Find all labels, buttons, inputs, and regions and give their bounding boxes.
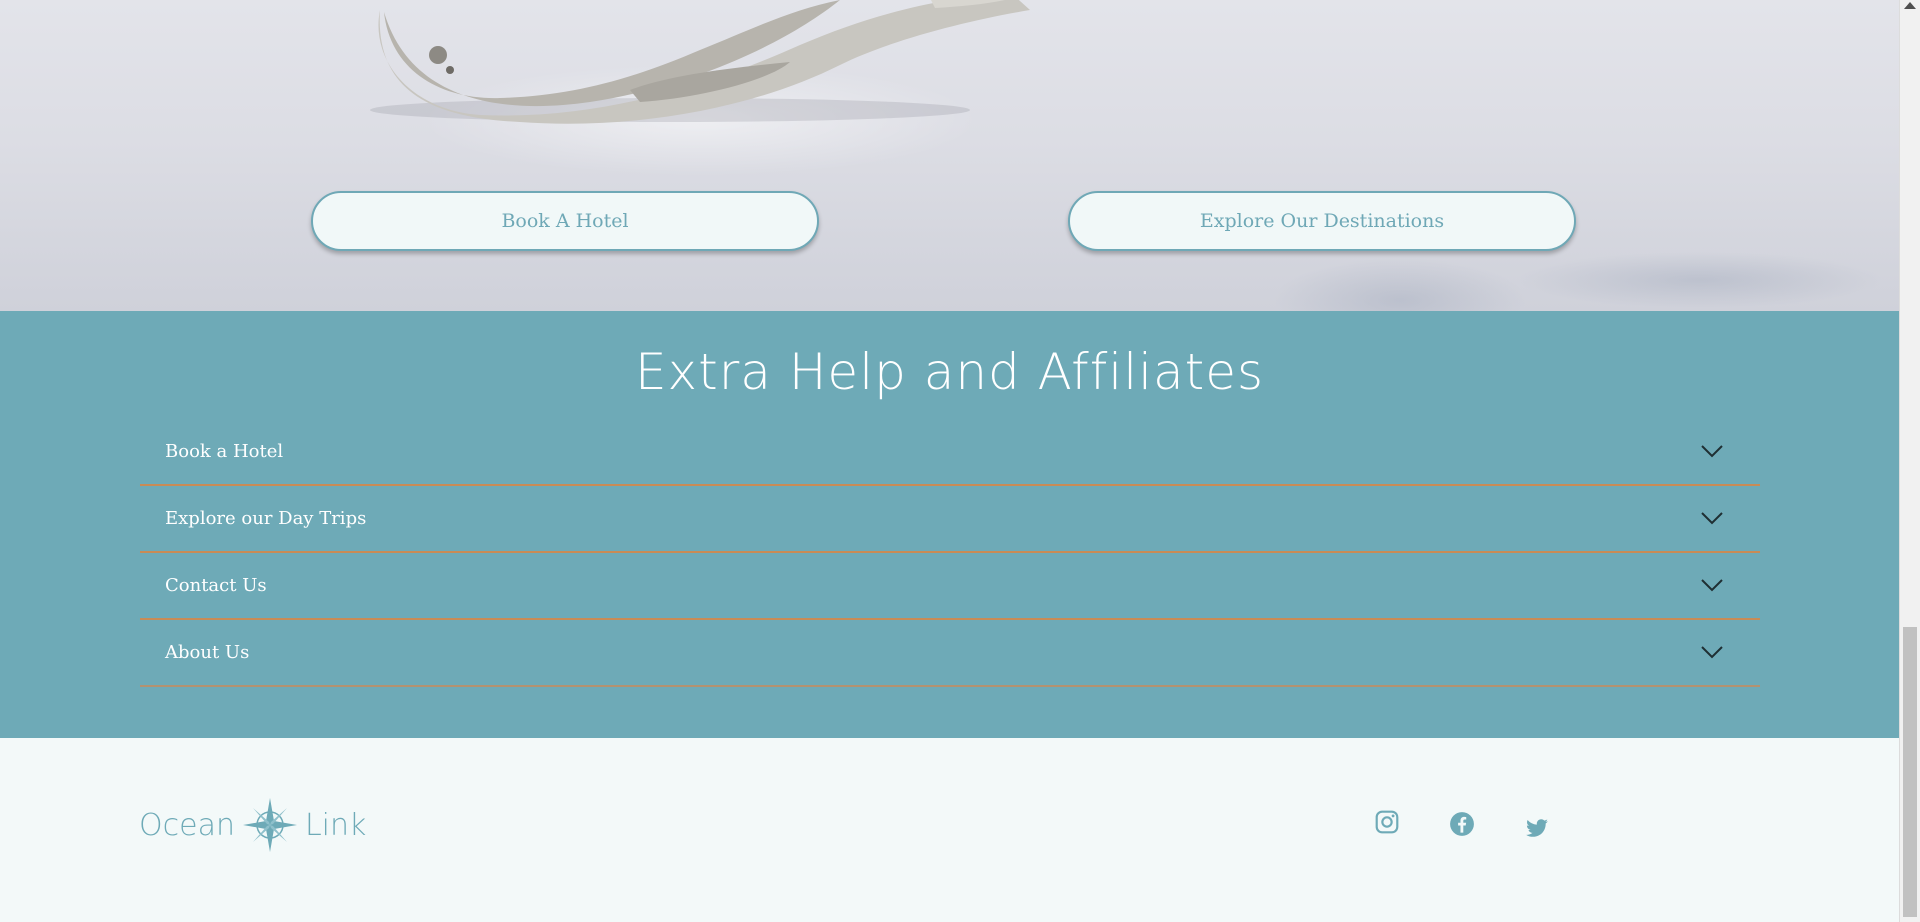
scrollbar-thumb[interactable] [1903, 627, 1917, 917]
facebook-icon[interactable] [1449, 811, 1475, 837]
site-logo[interactable]: Ocean Link [139, 798, 366, 852]
compass-star-icon [242, 798, 297, 852]
accordion-item-about-us[interactable]: About Us [140, 620, 1760, 687]
chevron-down-icon[interactable] [1700, 443, 1724, 459]
accordion-label: About Us [165, 642, 250, 663]
instagram-icon[interactable] [1374, 809, 1400, 835]
chevron-down-icon[interactable] [1700, 644, 1724, 660]
explore-destinations-button[interactable]: Explore Our Destinations [1068, 191, 1576, 251]
twitter-icon[interactable] [1524, 815, 1550, 841]
logo-text-ocean: Ocean [139, 807, 235, 843]
vertical-scrollbar[interactable] [1899, 0, 1920, 922]
footer: Ocean Link [0, 738, 1899, 922]
book-hotel-button[interactable]: Book A Hotel [311, 191, 819, 251]
seal-image [370, 0, 1030, 124]
accordion-label: Explore our Day Trips [165, 508, 367, 529]
accordion-item-day-trips[interactable]: Explore our Day Trips [140, 486, 1760, 553]
section-title: Extra Help and Affiliates [634, 343, 1265, 401]
accordion-label: Contact Us [165, 575, 267, 596]
scroll-up-arrow-icon[interactable] [1904, 2, 1916, 9]
chevron-down-icon[interactable] [1700, 510, 1724, 526]
help-accordion: Book a Hotel Explore our Day Trips Conta… [140, 419, 1760, 687]
chevron-down-icon[interactable] [1700, 577, 1724, 593]
page: Book A Hotel Explore Our Destinations Ex… [0, 0, 1899, 922]
extra-help-section: Extra Help and Affiliates Book a Hotel E… [0, 311, 1899, 738]
logo-text-link: Link [304, 807, 367, 843]
accordion-item-book-hotel[interactable]: Book a Hotel [140, 419, 1760, 486]
accordion-item-contact-us[interactable]: Contact Us [140, 553, 1760, 620]
hero-image-section: Book A Hotel Explore Our Destinations [0, 0, 1899, 311]
accordion-label: Book a Hotel [165, 441, 284, 462]
